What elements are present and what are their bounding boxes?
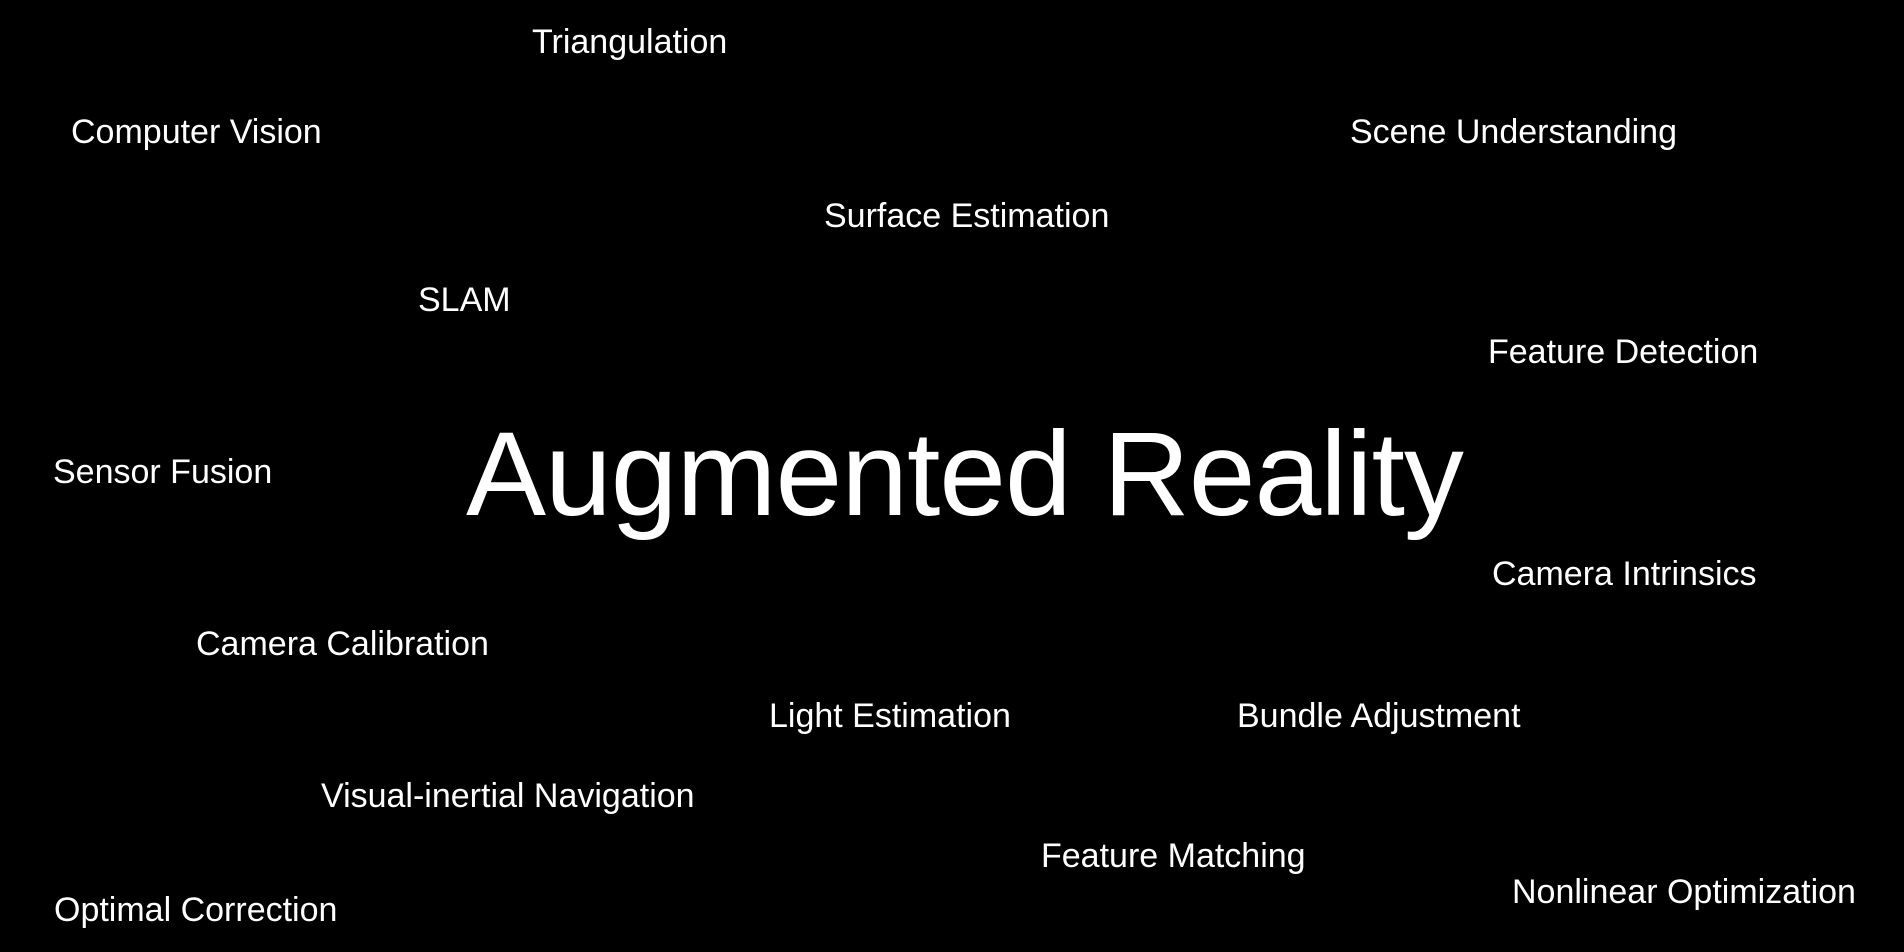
term-bundle-adjustment: Bundle Adjustment <box>1237 697 1521 735</box>
term-nonlinear-optimization: Nonlinear Optimization <box>1512 873 1856 911</box>
term-light-estimation: Light Estimation <box>769 697 1011 735</box>
term-camera-intrinsics: Camera Intrinsics <box>1492 555 1757 593</box>
term-triangulation: Triangulation <box>532 23 728 61</box>
term-feature-detection: Feature Detection <box>1488 333 1759 371</box>
term-slam: SLAM <box>418 281 511 319</box>
term-optimal-correction: Optimal Correction <box>54 891 338 929</box>
term-feature-matching: Feature Matching <box>1041 837 1306 875</box>
term-sensor-fusion: Sensor Fusion <box>53 453 273 491</box>
term-computer-vision: Computer Vision <box>71 113 322 151</box>
term-scene-understanding: Scene Understanding <box>1350 113 1678 151</box>
slide: Triangulation Computer Vision Scene Unde… <box>0 0 1904 952</box>
slide-title: Augmented Reality <box>466 407 1464 541</box>
term-camera-calibration: Camera Calibration <box>196 625 489 663</box>
term-surface-estimation: Surface Estimation <box>824 197 1110 235</box>
term-visual-inertial-navigation: Visual-inertial Navigation <box>321 777 695 815</box>
